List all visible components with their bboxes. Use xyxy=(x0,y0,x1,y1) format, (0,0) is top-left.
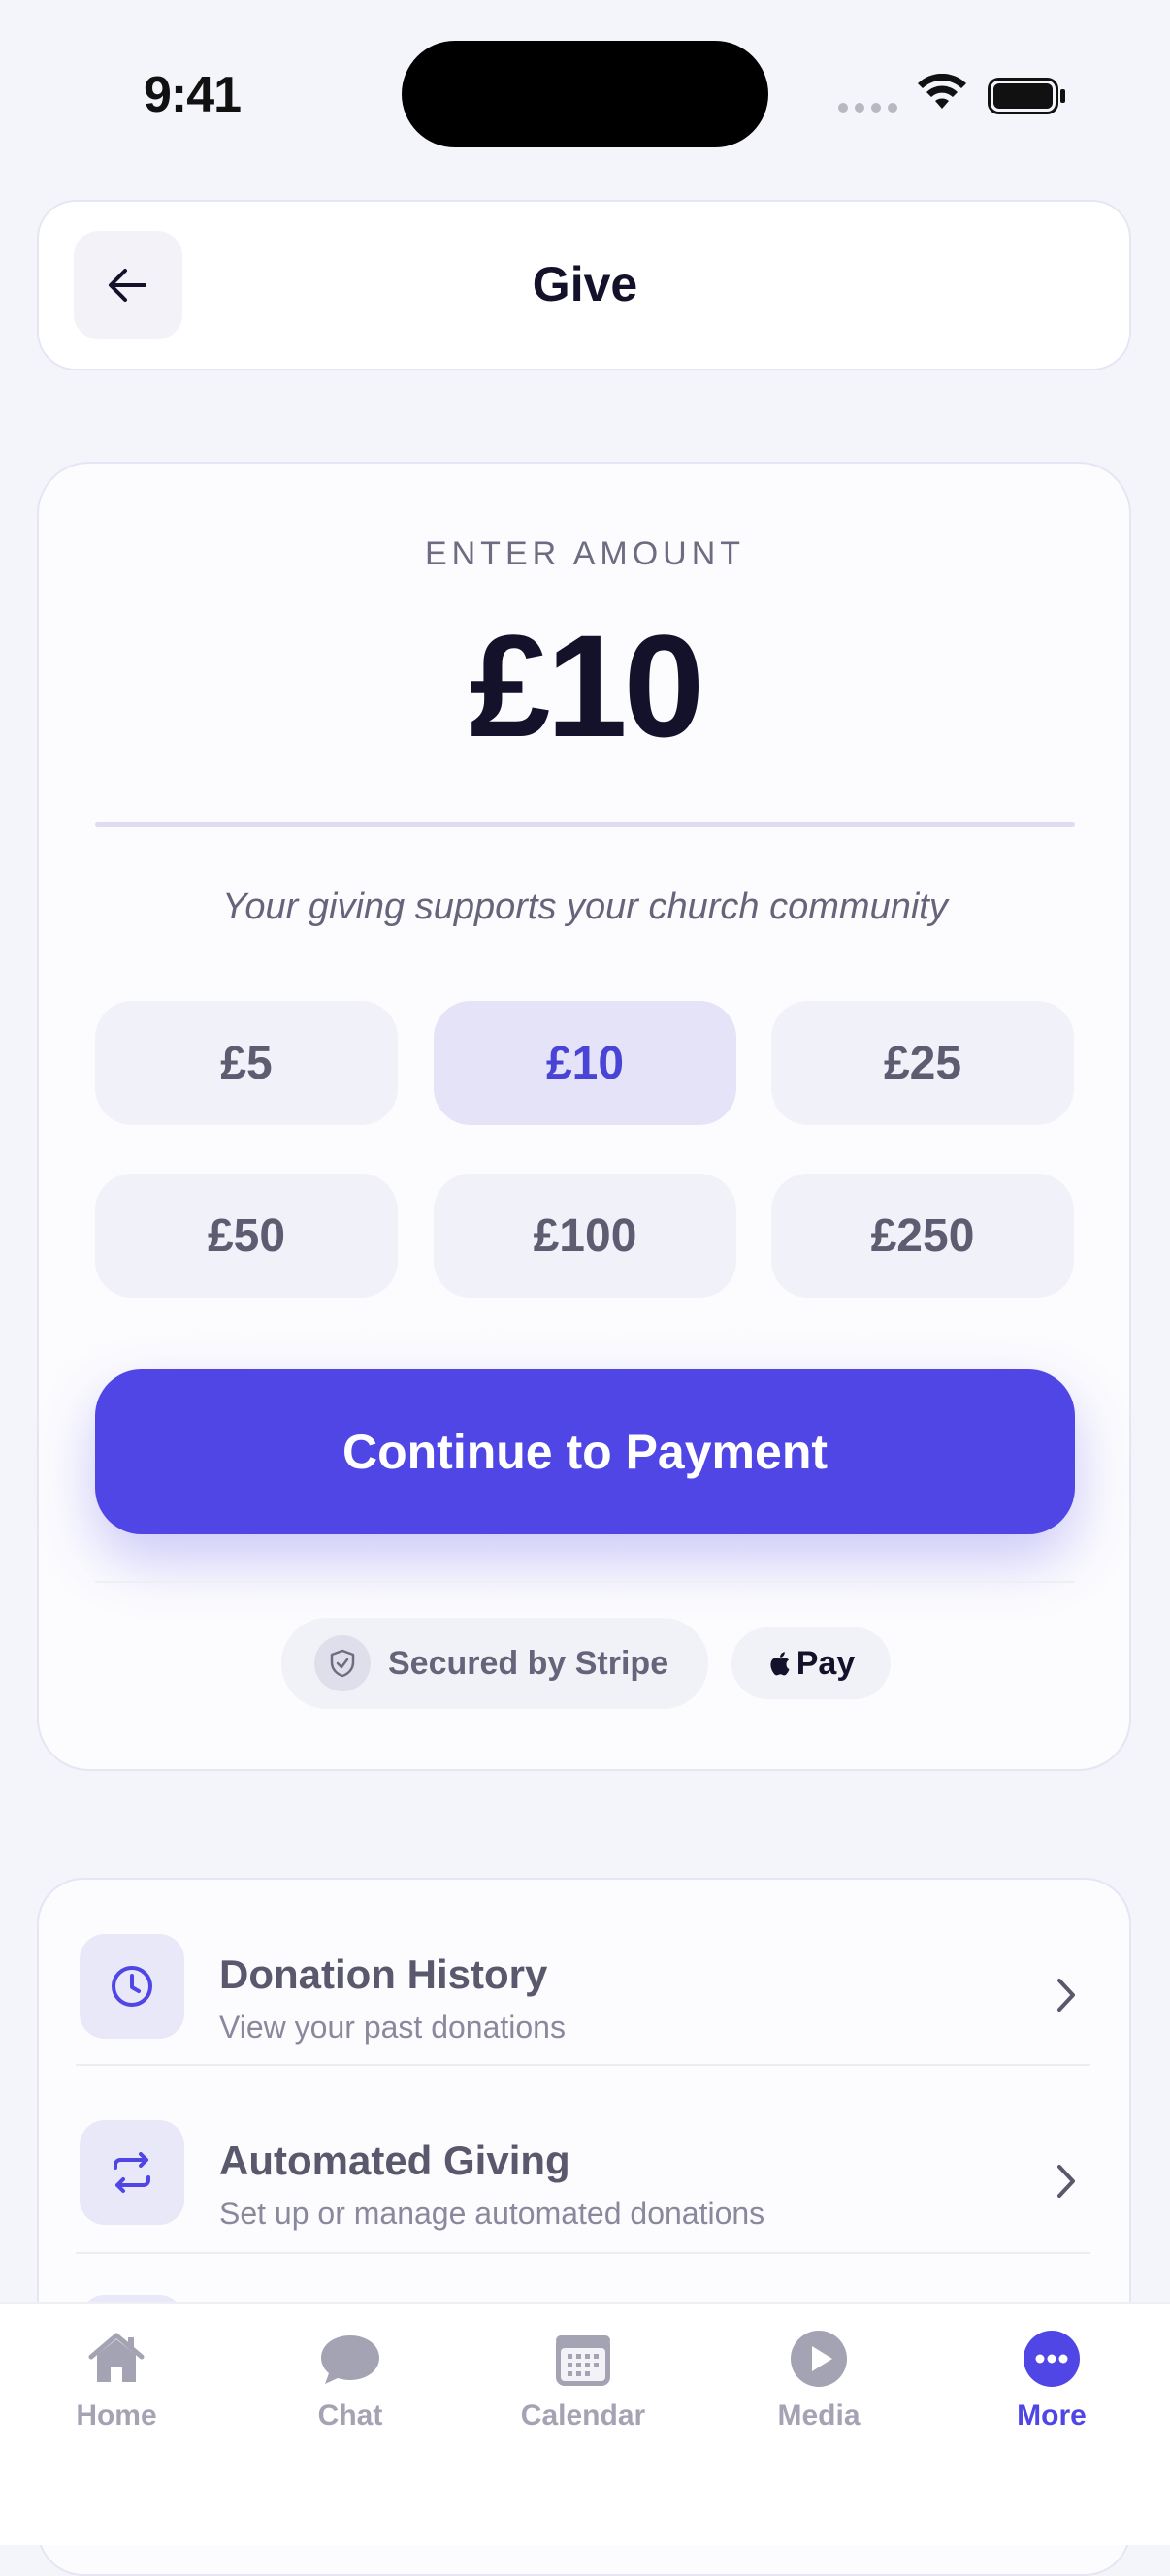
calendar-icon xyxy=(556,2335,610,2386)
menu-separator xyxy=(76,2064,1090,2066)
repeat-icon xyxy=(80,2120,184,2225)
continue-to-payment-button[interactable]: Continue to Payment xyxy=(95,1369,1075,1534)
tab-label: Calendar xyxy=(520,2399,646,2431)
preset-amount-5[interactable]: £5 xyxy=(95,1001,398,1125)
preset-amount-25[interactable]: £25 xyxy=(771,1001,1074,1125)
menu-item-subtitle: View your past donations xyxy=(219,2010,566,2045)
apple-pay-badge[interactable]: Pay xyxy=(731,1627,891,1699)
home-icon xyxy=(88,2333,145,2382)
dynamic-island xyxy=(402,41,768,147)
tab-media[interactable]: Media xyxy=(722,2328,916,2432)
tab-label: Home xyxy=(76,2399,157,2431)
preset-amount-250[interactable]: £250 xyxy=(771,1174,1074,1298)
tab-label: Chat xyxy=(317,2399,383,2431)
page-title: Give xyxy=(532,257,638,311)
menu-item-automated-giving[interactable]: Automated Giving Set up or manage automa… xyxy=(76,2107,1094,2275)
status-time: 9:41 xyxy=(144,67,242,123)
preset-amount-50[interactable]: £50 xyxy=(95,1174,398,1298)
apple-pay-label: Pay xyxy=(796,1644,856,1682)
preset-amount-10[interactable]: £10 xyxy=(434,1001,736,1125)
enter-amount-label: ENTER AMOUNT xyxy=(424,535,746,572)
support-text: Your giving supports your church communi… xyxy=(222,886,948,927)
play-icon xyxy=(791,2331,847,2387)
secured-by-stripe-badge: Secured by Stripe xyxy=(281,1618,708,1709)
tab-label: More xyxy=(1017,2399,1087,2431)
menu-item-title: Automated Giving xyxy=(219,2138,570,2183)
wifi-icon xyxy=(918,74,966,109)
tab-home[interactable]: Home xyxy=(19,2328,213,2432)
menu-item-title: Donation History xyxy=(219,1951,548,1997)
secured-by-stripe-label: Secured by Stripe xyxy=(388,1644,669,1682)
menu-item-subtitle: Set up or manage automated donations xyxy=(219,2196,765,2231)
clock-icon xyxy=(80,1934,184,2039)
signal-icon xyxy=(838,103,897,113)
amount-underline xyxy=(95,822,1075,827)
chevron-right-icon xyxy=(1057,2165,1075,2198)
chevron-right-icon xyxy=(1057,1979,1075,2012)
preset-amount-100[interactable]: £100 xyxy=(434,1174,736,1298)
tab-chat[interactable]: Chat xyxy=(253,2328,447,2432)
battery-icon xyxy=(988,78,1065,114)
amount-input[interactable]: £10 xyxy=(0,613,1170,758)
chat-icon xyxy=(321,2335,379,2384)
more-icon xyxy=(1024,2331,1080,2387)
tab-calendar[interactable]: Calendar xyxy=(486,2328,680,2432)
apple-logo-icon xyxy=(770,1652,790,1676)
shield-check-icon xyxy=(314,1635,371,1691)
tab-label: Media xyxy=(777,2399,861,2431)
divider xyxy=(95,1581,1075,1583)
menu-separator xyxy=(76,2252,1090,2254)
tab-more[interactable]: More xyxy=(955,2328,1149,2432)
